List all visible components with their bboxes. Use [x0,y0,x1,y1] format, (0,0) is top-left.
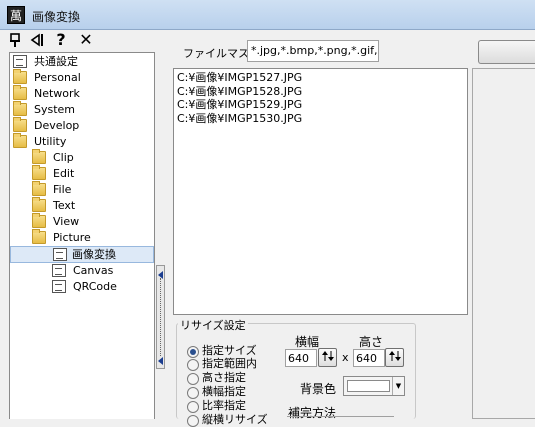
bg-color-swatch [347,380,390,392]
file-mask-input[interactable]: *.jpg,*.bmp,*.png,*.gif, [247,40,379,62]
folder-icon [32,213,46,228]
height-input[interactable]: 640 [353,349,385,367]
window-title: 画像変換 [32,10,81,24]
times-symbol: x [342,351,349,364]
splitter-grip [160,278,161,356]
radio-button[interactable] [187,387,199,399]
tree-item-label: View [53,215,80,228]
radio-label: 縦横リサイズ [202,413,268,426]
width-label: 横幅 [295,335,320,349]
folder-icon [32,181,46,196]
tree-item-label: File [53,183,72,196]
radio-button[interactable] [187,359,199,371]
radio-label: 高さ指定 [202,371,246,384]
panel-splitter[interactable] [156,265,165,369]
document-icon [13,55,27,68]
height-spin-button[interactable] [385,348,404,367]
radio-label: 比率指定 [202,399,246,412]
document-icon [52,280,66,293]
radio-label: 指定サイズ [202,344,257,357]
back-to-start-icon[interactable] [29,32,45,48]
settings-tree[interactable]: 共通設定 Personal Network System Develop Uti… [9,52,155,419]
height-label: 高さ [359,335,384,349]
width-input[interactable]: 640 [285,349,317,367]
document-icon [52,264,66,277]
right-panel-button[interactable] [478,40,535,64]
tree-item-label: Picture [53,231,91,244]
pin-icon[interactable] [7,32,23,48]
radio-label: 横幅指定 [202,385,246,398]
file-list[interactable]: C:¥画像¥IMGP1527.JPG C:¥画像¥IMGP1528.JPG C:… [173,68,468,315]
radio-label: 指定範囲内 [202,357,257,370]
folder-icon [32,229,46,244]
title-bar: 萬 画像変換 [0,0,535,30]
collapse-left-arrow-icon[interactable] [158,357,163,365]
radio-button[interactable] [187,373,199,385]
tree-item-label: QRCode [73,280,117,293]
tree-item-label: Develop [34,119,80,132]
tree-item-label: Personal [34,71,81,84]
bg-color-label: 背景色 [300,382,337,396]
spin-arrows-icon [388,351,401,361]
interpolation-label: 補完方法 [288,406,337,420]
tree-item-label: Clip [53,151,74,164]
radio-button[interactable] [187,401,199,413]
folder-icon [13,133,27,148]
folder-icon [13,69,27,84]
radio-button[interactable] [187,346,199,358]
tree-item-label: Canvas [73,264,114,277]
resize-settings-label: リサイズ設定 [178,317,248,333]
list-item[interactable]: C:¥画像¥IMGP1529.JPG [177,98,464,112]
folder-icon [32,149,46,164]
right-panel [472,68,535,419]
spin-arrows-icon [321,351,334,361]
bg-color-dropdown[interactable]: ▼ [343,376,405,396]
list-item[interactable]: C:¥画像¥IMGP1527.JPG [177,71,464,85]
tree-item-label: 共通設定 [34,55,78,68]
document-icon [53,248,67,261]
list-item[interactable]: C:¥画像¥IMGP1528.JPG [177,85,464,99]
radio-button[interactable] [187,415,199,427]
folder-icon [32,197,46,212]
dropdown-arrow-icon[interactable]: ▼ [392,377,404,395]
folder-icon [32,165,46,180]
tree-item-label: Text [53,199,76,212]
tree-item-label: Edit [53,167,75,180]
folder-icon [13,101,27,116]
tree-item-label: Utility [34,135,67,148]
tree-item-label: 画像変換 [72,248,116,261]
toolbar: ? ✕ [0,30,168,50]
interpolation-field-edge [287,416,394,417]
close-icon[interactable]: ✕ [78,32,94,48]
folder-icon [13,85,27,100]
list-item[interactable]: C:¥画像¥IMGP1530.JPG [177,112,464,126]
folder-icon [13,117,27,132]
app-icon: 萬 [7,6,25,24]
tree-item-image-convert[interactable]: 画像変換 [10,246,154,263]
tree-item-label: System [34,103,76,116]
help-icon[interactable]: ? [53,32,69,48]
width-spin-button[interactable] [318,348,337,367]
tree-item-label: Network [34,87,80,100]
